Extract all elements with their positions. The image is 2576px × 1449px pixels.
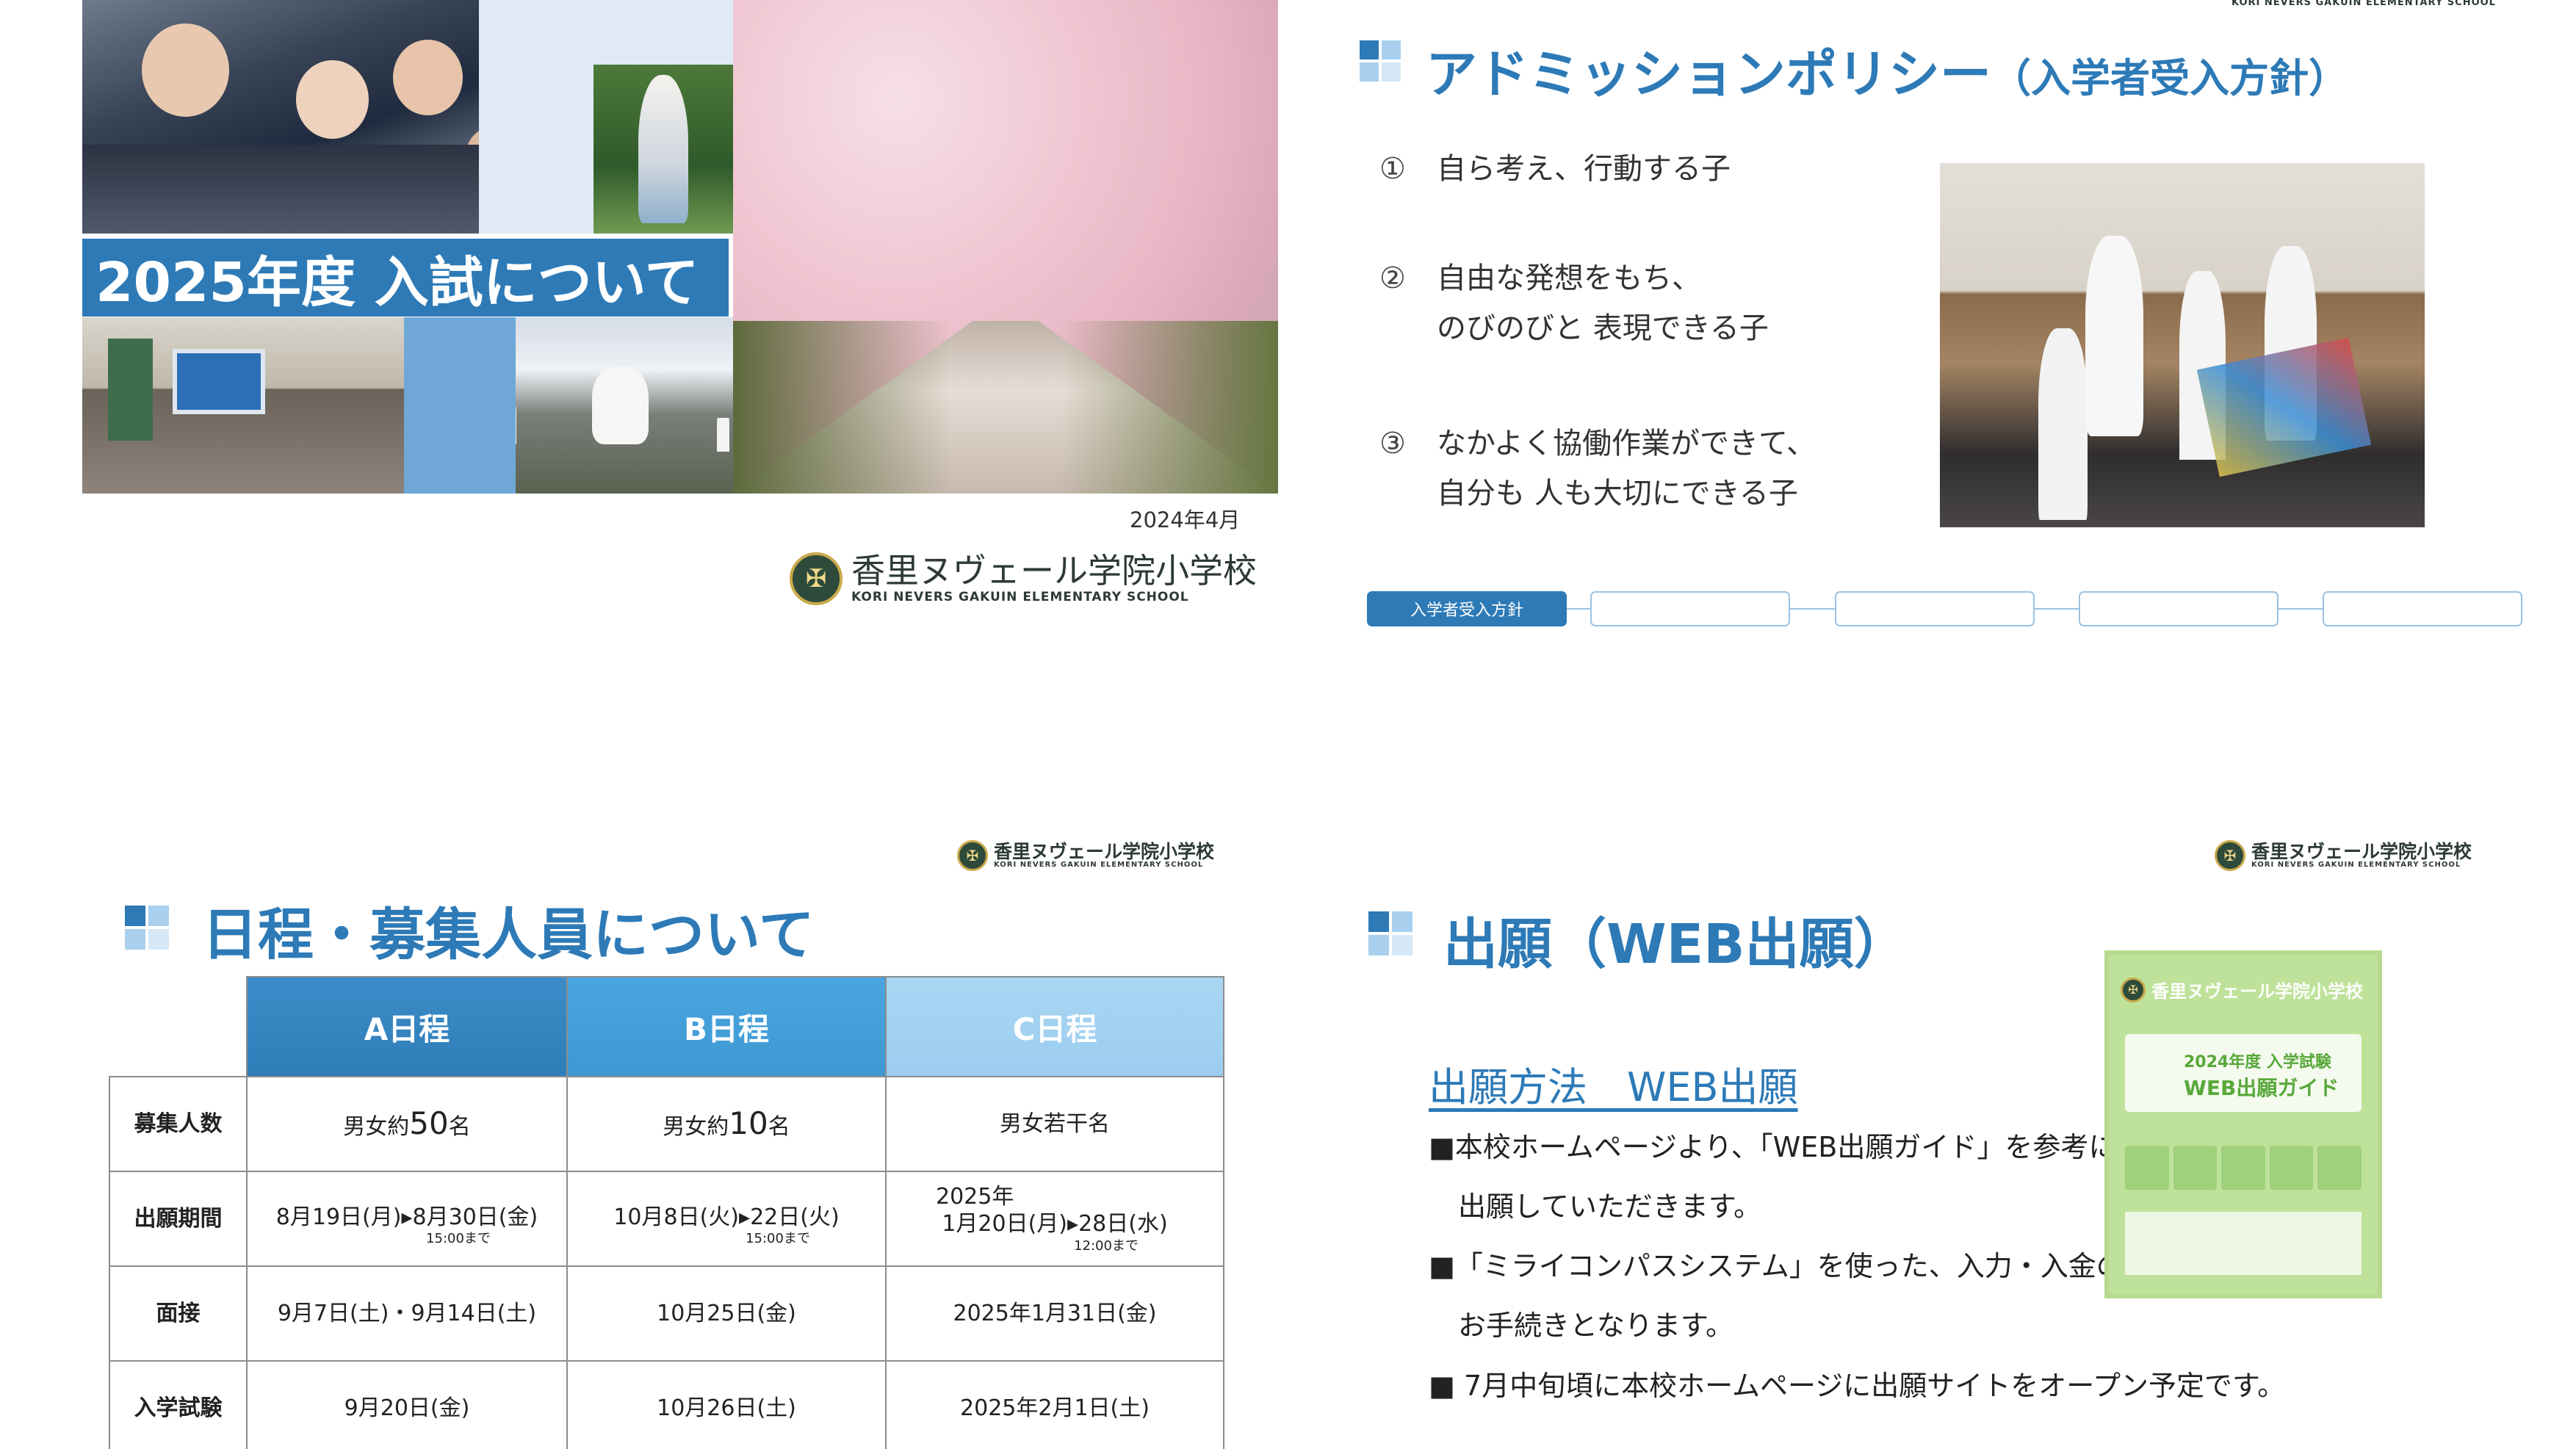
policy-3: ③ なかよく協働作業ができて、 自分も 人も大切にできる子 xyxy=(1379,419,1816,518)
table-cell: 男女若干名 xyxy=(885,1076,1224,1172)
guide-logo: 香里ヌヴェール学院小学校 xyxy=(2121,977,2363,1002)
policy-1: ① 自ら考え、行動する子 xyxy=(1379,144,1731,194)
bookshop-activity-photo xyxy=(1940,163,2425,527)
school-name-en: KORI NEVERS GAKUIN ELEMENTARY SCHOOL xyxy=(2251,860,2461,869)
policy-text: 自由な発想をもち、 xyxy=(1437,261,1701,295)
title-mark-icon xyxy=(1368,911,1415,958)
school-logo: 香里ヌヴェール学院小学校 KORI NEVERS GAKUIN ELEMENTA… xyxy=(790,552,1257,605)
classroom-photo xyxy=(82,0,479,234)
column-header-a: A日程 xyxy=(246,976,568,1077)
school-emblem-icon xyxy=(2215,840,2245,871)
column-header-b: B日程 xyxy=(566,976,887,1077)
policy-text: なかよく協働作業ができて、 xyxy=(1437,427,1816,460)
title-mark-icon xyxy=(1360,40,1407,87)
title-main: アドミッションポリシー xyxy=(1426,44,1991,104)
bullet-text: ■ 7月中旬頃に本校ホームページに出願サイトをオープン予定です。 xyxy=(1429,1370,2286,1402)
school-name-ja: 香里ヌヴェール学院小学校 xyxy=(994,840,1215,862)
cherry-blossom-photo xyxy=(733,0,1278,494)
guide-school-name: 香里ヌヴェール学院小学校 xyxy=(2151,981,2363,1002)
title-mark-icon xyxy=(125,906,172,953)
guide-line-2: WEB出願ガイド xyxy=(2184,1076,2339,1100)
row-header: 入学試験 xyxy=(109,1360,248,1449)
school-emblem-icon xyxy=(790,552,843,605)
slide-title: 日程・募集人員について xyxy=(202,902,815,967)
guide-card: 2024年度 入学試験 WEB出願ガイド xyxy=(2125,1034,2362,1112)
school-name-ja: 香里ヌヴェール学院小学校 xyxy=(2251,840,2472,862)
bullet-text: ■本校ホームページより、「WEB出願ガイド」を参考に xyxy=(1429,1131,2117,1163)
school-name-ja: 香里ヌヴェール学院小学校 xyxy=(851,550,1257,590)
header-school-en: KORI NEVERS GAKUIN ELEMENTARY SCHOOL xyxy=(2232,0,2496,8)
table-corner xyxy=(109,977,247,1077)
table-row-exam: 入学試験 9月20日(金) 10月26日(土) 2025年2月1日(土) xyxy=(109,1360,1224,1449)
slide-cover: 2025年度 入試について 2024年4月 香里ヌヴェール学院小学校 KORI … xyxy=(0,0,1288,724)
nav-tab-admission-policy[interactable]: 入学者受入方針 xyxy=(1367,591,1567,626)
table-cell: 2025年2月1日(土) xyxy=(885,1360,1224,1449)
cover-title: 2025年度 入試について xyxy=(82,239,729,317)
decor-block-2 xyxy=(404,317,516,494)
slide-admission-policy: KORI NEVERS GAKUIN ELEMENTARY SCHOOL アドミ… xyxy=(1288,0,2576,724)
school-logo: 香里ヌヴェール学院小学校 KORI NEVERS GAKUIN ELEMENTA… xyxy=(2215,840,2472,871)
planting-photo xyxy=(516,317,733,494)
policy-number: ② xyxy=(1379,261,1406,295)
table-cell: 10月26日(土) xyxy=(566,1360,887,1449)
bullet-text: 出願していただきます。 xyxy=(1458,1190,1762,1223)
web-guide-thumbnail: 香里ヌヴェール学院小学校 2024年度 入学試験 WEB出願ガイド xyxy=(2104,950,2382,1298)
column-header-c: C日程 xyxy=(885,976,1224,1077)
table-cell: 8月19日(月)▸8月30日(金) 15:00まで xyxy=(246,1171,568,1267)
application-method-heading: 出願方法 WEB出願 xyxy=(1429,1064,1798,1110)
policy-2: ② 自由な発想をもち、 のびのびと 表現できる子 xyxy=(1379,253,1769,353)
table-row-capacity: 募集人数 男女約50名 男女約10名 男女若干名 xyxy=(109,1076,1224,1172)
cover-date: 2024年4月 xyxy=(1130,507,1241,532)
slide-web-application: 香里ヌヴェール学院小学校 KORI NEVERS GAKUIN ELEMENTA… xyxy=(1288,724,2576,1449)
table-cell: 10月8日(火)▸22日(火) 15:00まで xyxy=(566,1171,887,1267)
school-emblem-icon xyxy=(2121,977,2146,1002)
policy-text-cont: 自分も 人も大切にできる子 xyxy=(1437,477,1798,510)
nav-tab-4[interactable] xyxy=(2079,591,2279,626)
school-name-en: KORI NEVERS GAKUIN ELEMENTARY SCHOOL xyxy=(994,860,1204,869)
table-cell: 2025年1月31日(金) xyxy=(885,1265,1224,1362)
school-logo: 香里ヌヴェール学院小学校 KORI NEVERS GAKUIN ELEMENTA… xyxy=(957,840,1214,871)
nav-tab-3[interactable] xyxy=(1835,591,2035,626)
slide-title: アドミッションポリシー（入学者受入方針） xyxy=(1426,33,2348,107)
table-cell: 男女約10名 xyxy=(566,1076,887,1172)
policy-text: 自ら考え、行動する子 xyxy=(1437,152,1731,186)
title-sub: （入学者受入方針） xyxy=(1991,55,2348,101)
table-cell: 男女約50名 xyxy=(246,1076,568,1172)
table-row-interview: 面接 9月7日(土)・9月14日(土) 10月25日(金) 2025年1月31日… xyxy=(109,1265,1224,1362)
table-row-period: 出願期間 8月19日(月)▸8月30日(金) 15:00まで 10月8日(火)▸2… xyxy=(109,1171,1224,1267)
nav-tab-2[interactable] xyxy=(1590,591,1790,626)
row-header: 出願期間 xyxy=(109,1171,248,1267)
guide-flow xyxy=(2125,1212,2362,1275)
nav-tab-5[interactable] xyxy=(2323,591,2522,626)
schedule-table: A日程 B日程 C日程 募集人数 男女約50名 男女約10名 男女若干名 出願期… xyxy=(109,976,1224,1449)
guide-line-1: 2024年度 入学試験 xyxy=(2184,1053,2331,1072)
school-emblem-icon xyxy=(957,840,988,871)
statue-photo xyxy=(594,65,733,234)
policy-text-cont: のびのびと 表現できる子 xyxy=(1437,311,1769,345)
table-cell: 9月7日(土)・9月14日(土) xyxy=(246,1265,568,1362)
table-cell: 10月25日(金) xyxy=(566,1265,887,1362)
slide-title: 出願（WEB出願） xyxy=(1443,913,1908,976)
school-name-en: KORI NEVERS GAKUIN ELEMENTARY SCHOOL xyxy=(851,590,1189,605)
policy-number: ③ xyxy=(1379,427,1406,460)
classroom-photo-2 xyxy=(82,317,404,494)
table-header-row: A日程 B日程 C日程 xyxy=(109,976,1224,1077)
slide-schedule: 香里ヌヴェール学院小学校 KORI NEVERS GAKUIN ELEMENTA… xyxy=(0,724,1288,1449)
row-header: 面接 xyxy=(109,1265,248,1362)
table-cell: 9月20日(金) xyxy=(246,1360,568,1449)
table-cell: 2025年 1月20日(月)▸28日(水) 12:00まで xyxy=(885,1171,1224,1267)
row-header: 募集人数 xyxy=(109,1076,248,1172)
bullet-text: お手続きとなります。 xyxy=(1458,1309,1734,1342)
guide-steps xyxy=(2125,1146,2362,1190)
bullet-text: ■「ミライコンパスシステム」を使った、入力・入金の xyxy=(1429,1250,2124,1282)
policy-number: ① xyxy=(1379,152,1406,186)
